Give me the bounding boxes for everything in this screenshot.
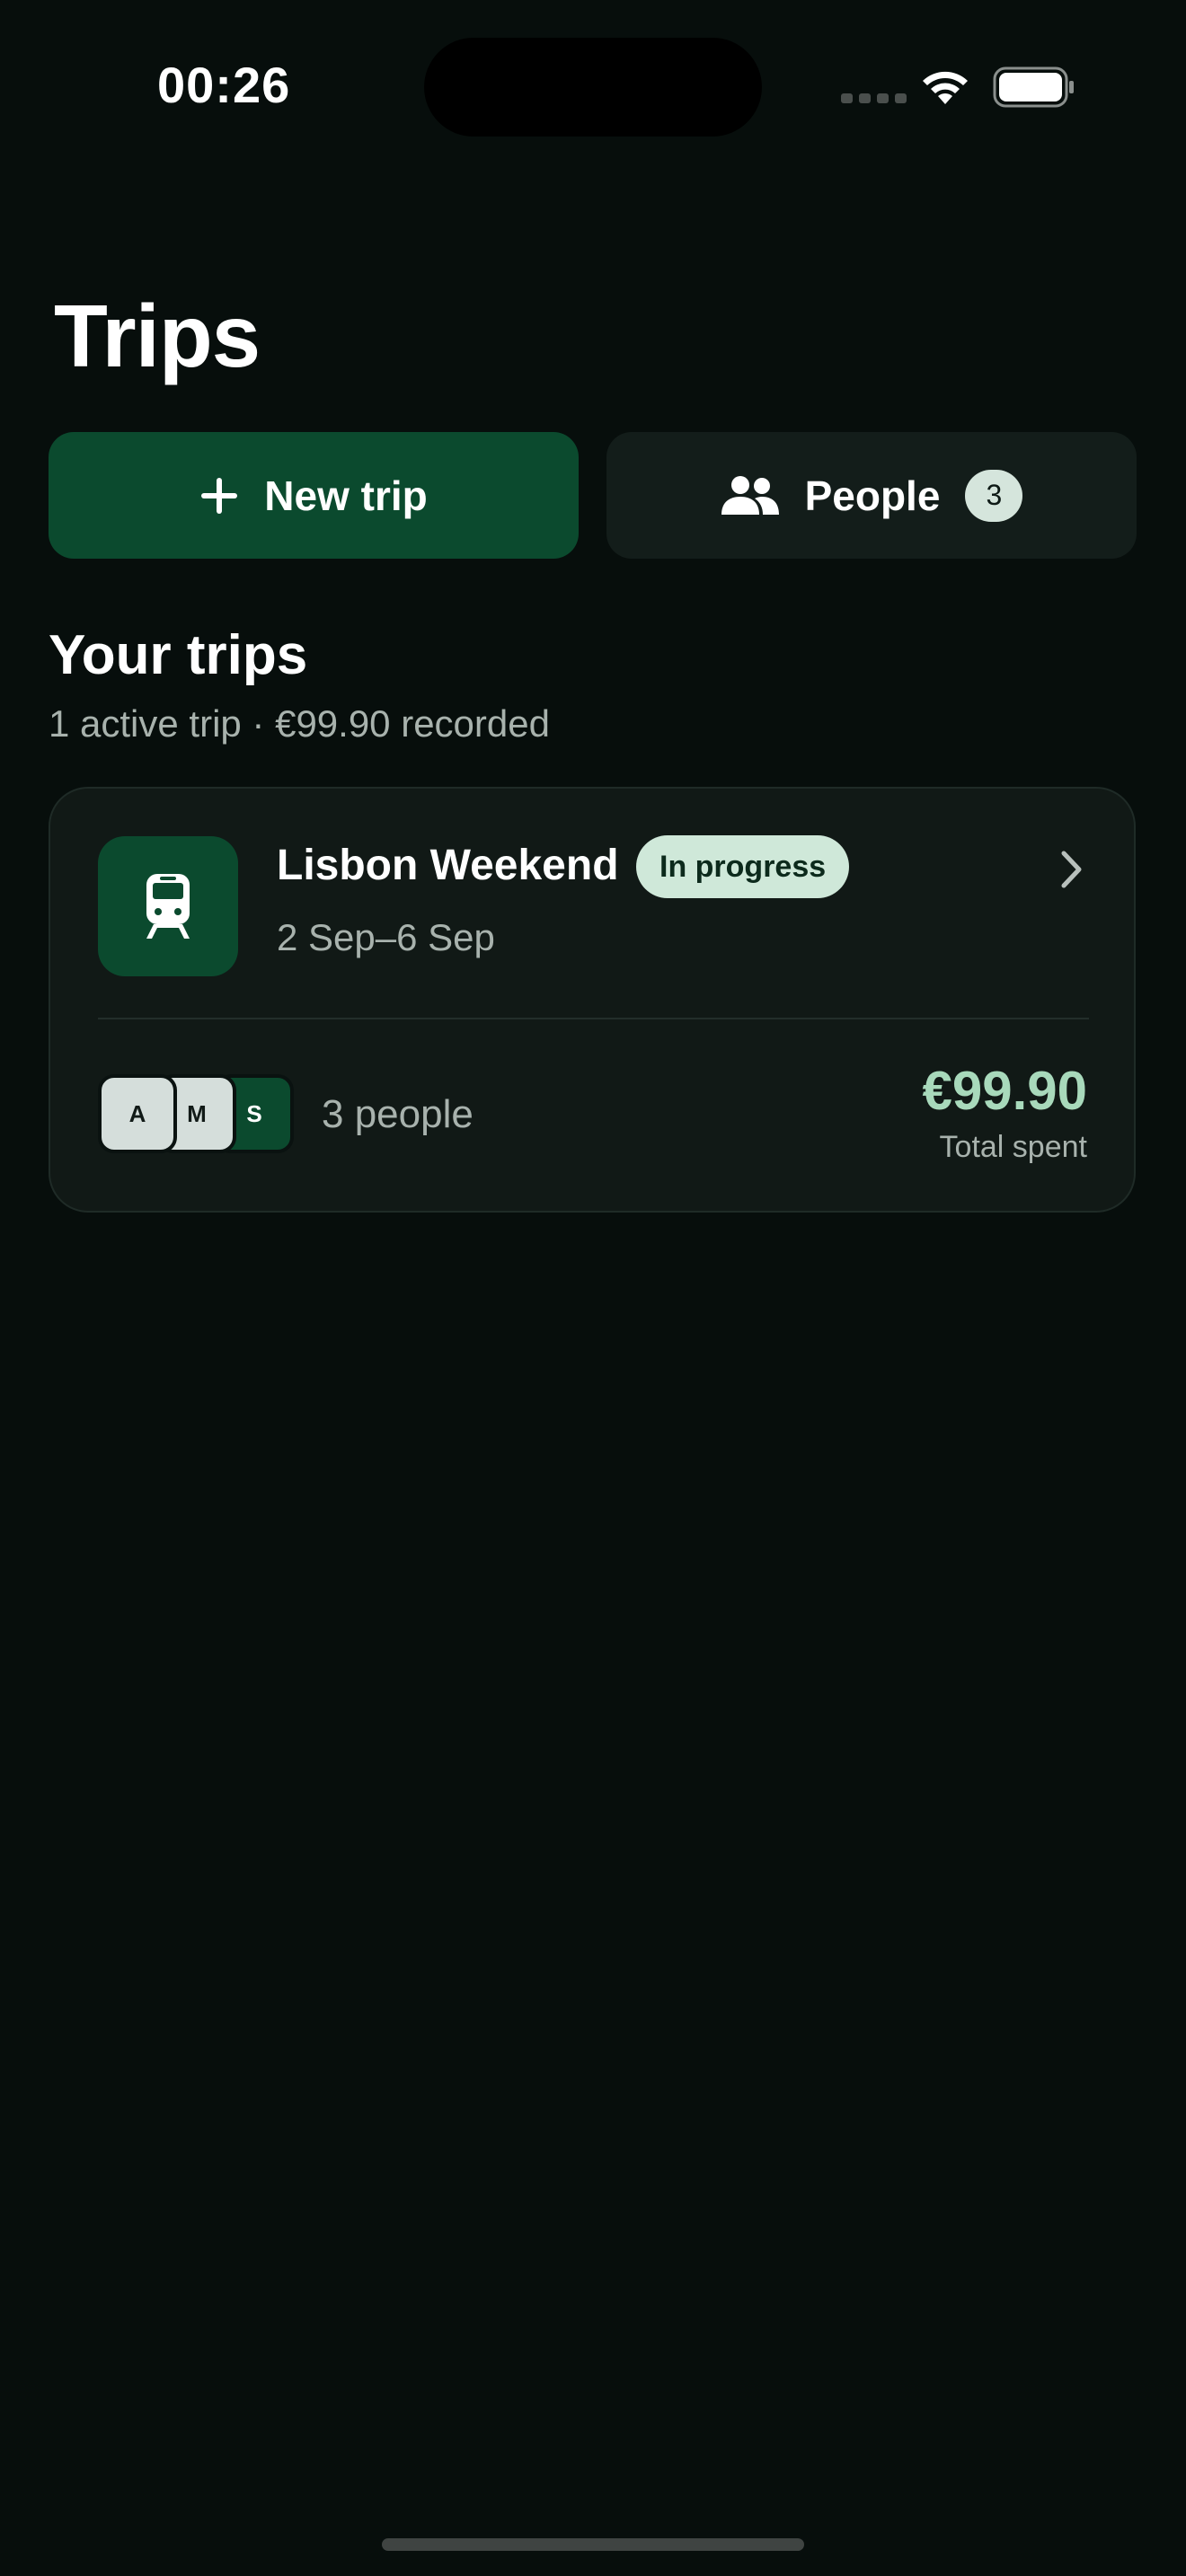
trip-people-count: 3 people [322,1092,474,1136]
people-label: People [804,472,941,519]
page-title: Trips [54,287,261,385]
home-indicator[interactable] [382,2538,804,2551]
new-trip-button[interactable]: New trip [49,432,579,559]
cellular-signal-icon [841,93,907,103]
battery-icon [993,66,1074,108]
card-divider [98,1018,1089,1019]
section-subtitle: 1 active trip · €99.90 recorded [49,702,550,745]
trip-icon-tile [98,836,238,976]
people-button[interactable]: People 3 [606,432,1137,559]
people-count-badge: 3 [965,469,1023,522]
status-time: 00:26 [157,57,291,113]
wifi-icon [923,71,968,104]
dynamic-island [424,38,762,137]
train-icon [146,874,190,939]
plus-icon [201,477,238,514]
trip-status-badge: In progress [636,835,850,898]
trip-dates: 2 Sep–6 Sep [277,916,495,958]
avatar: A [98,1074,177,1153]
trip-name: Lisbon Weekend [277,842,619,889]
status-bar: 00:26 [0,0,1186,171]
trip-total-label: Total spent [939,1130,1087,1164]
section-title: Your trips [49,624,308,686]
chevron-right-icon [1061,851,1082,888]
trip-card[interactable]: Lisbon Weekend In progress 2 Sep–6 Sep S… [49,787,1136,1213]
people-icon [721,475,779,515]
trip-total-amount: €99.90 [922,1061,1087,1121]
member-avatars: S M A [98,1074,296,1153]
new-trip-label: New trip [264,472,428,519]
